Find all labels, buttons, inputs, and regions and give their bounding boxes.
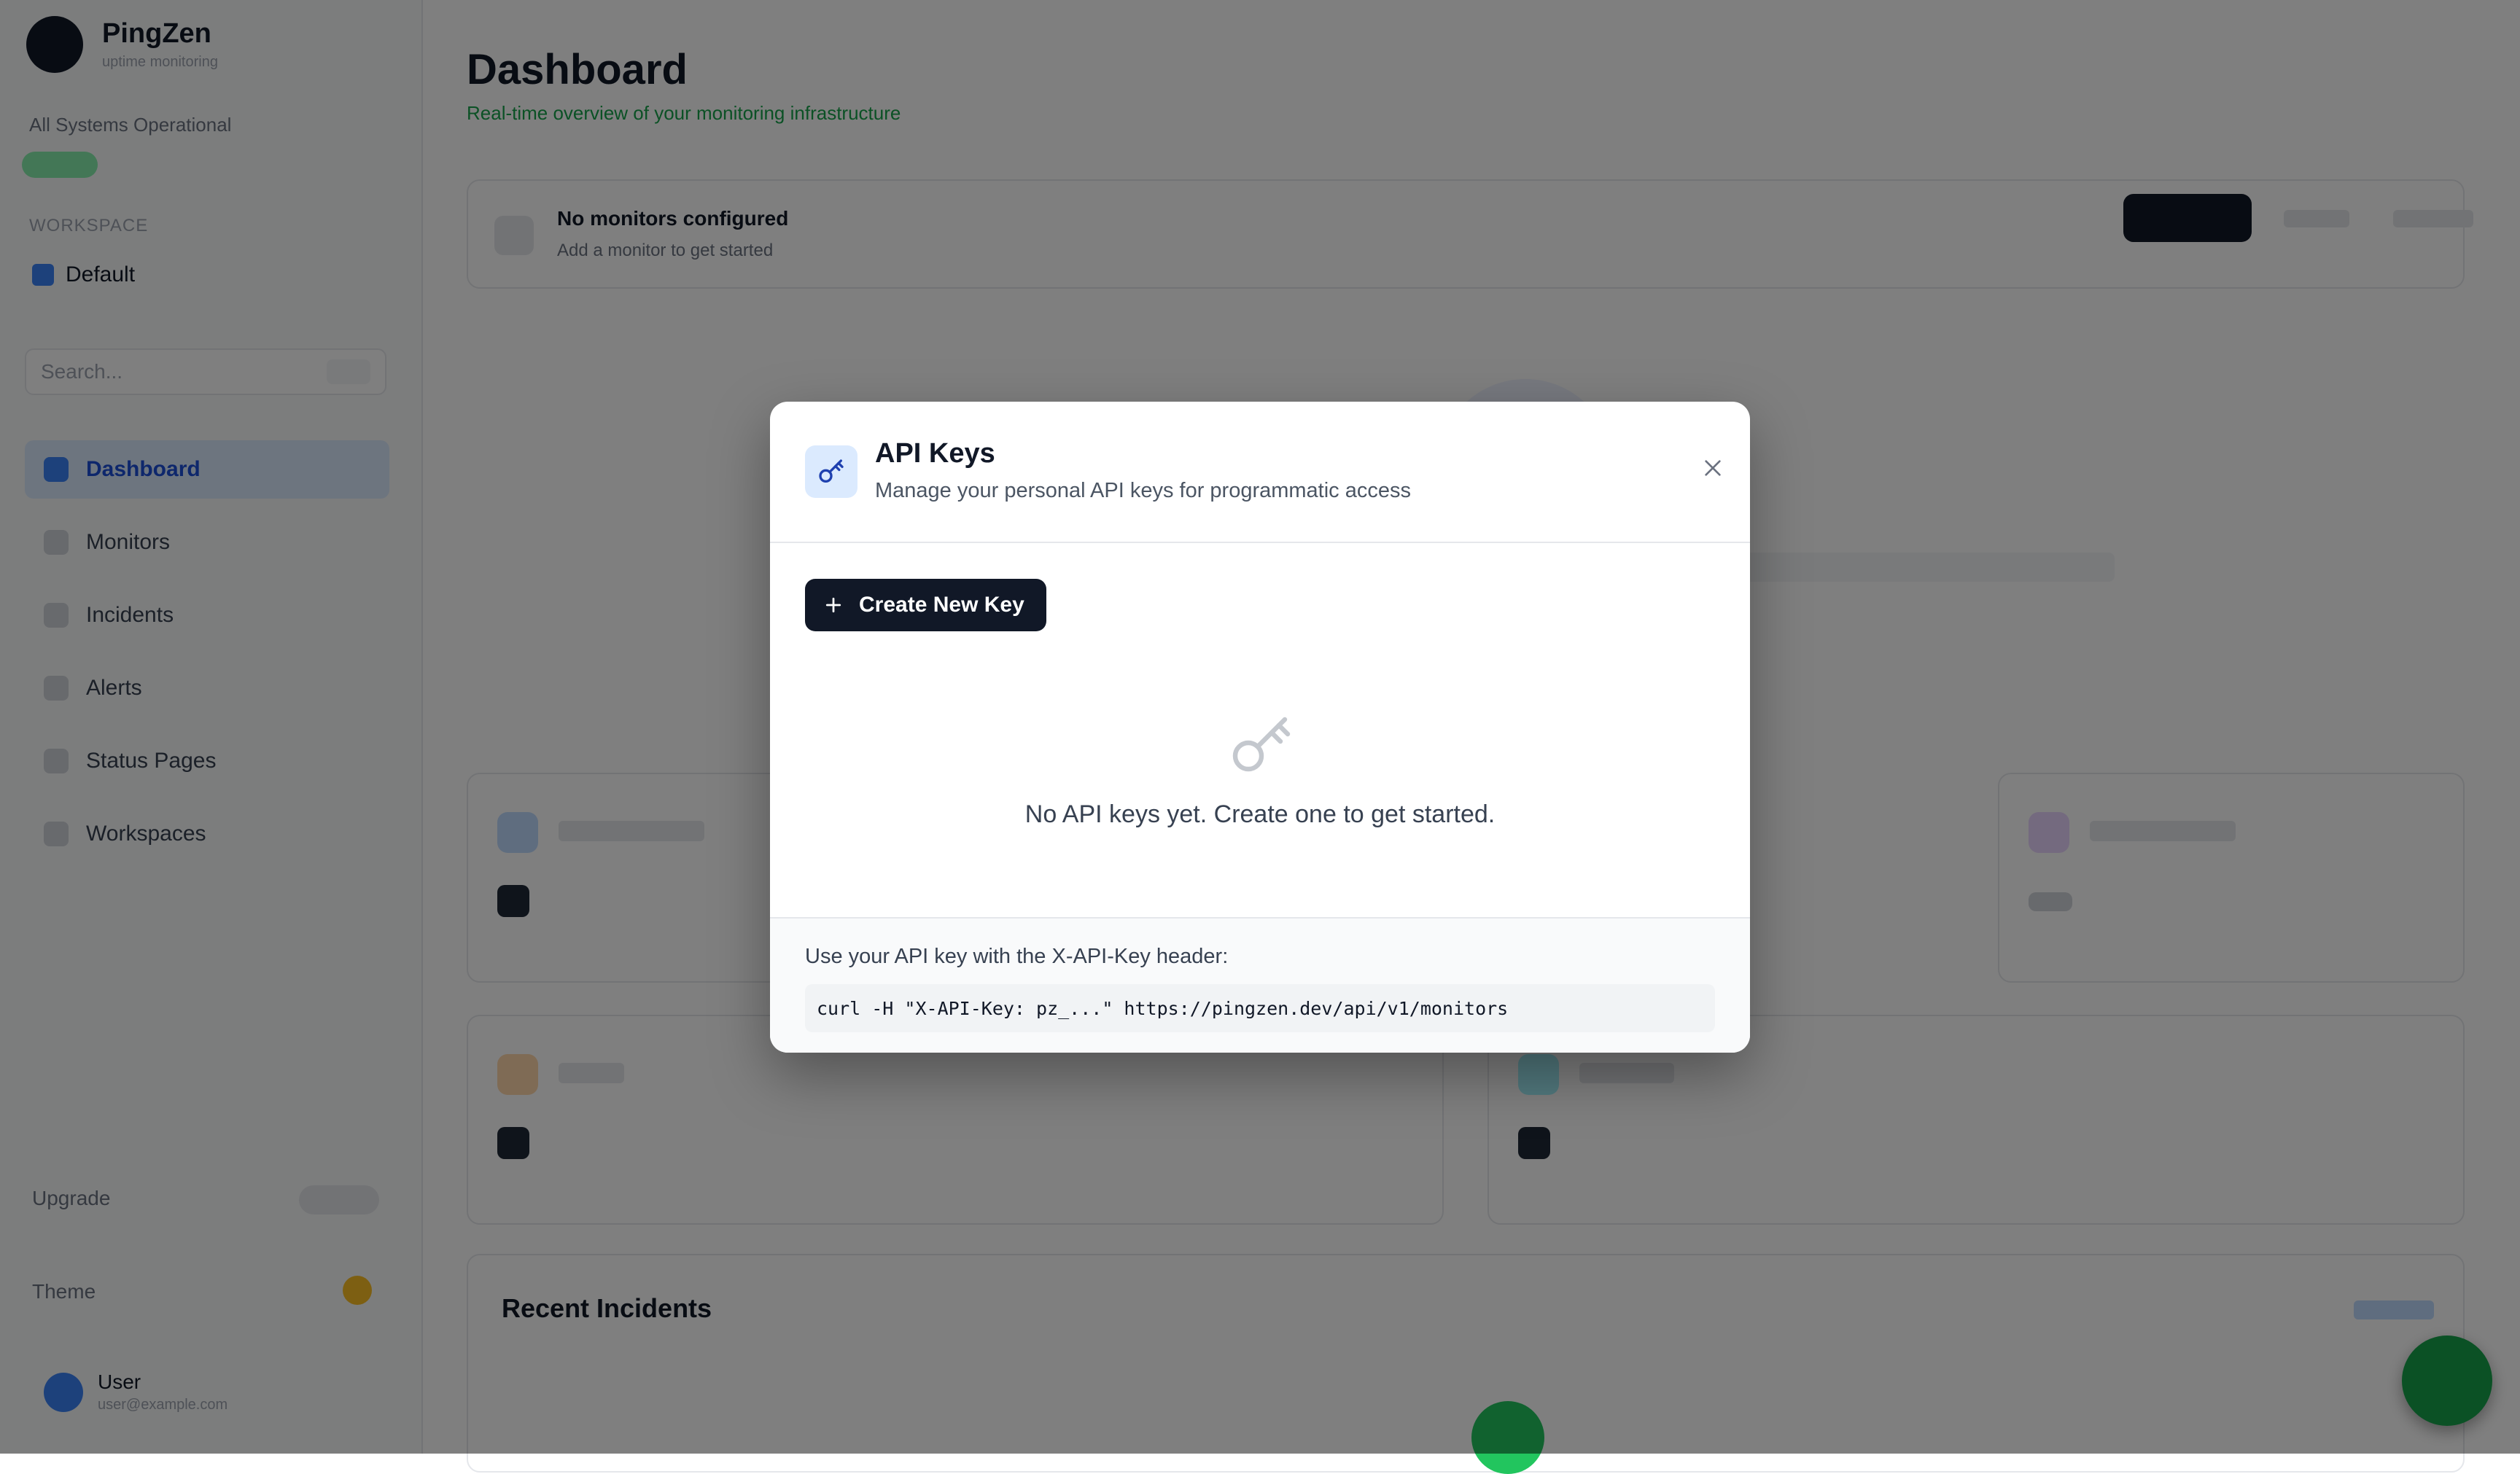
close-icon [1705,460,1721,476]
usage-code-snippet[interactable]: curl -H "X-API-Key: pz_..." https://ping… [805,984,1715,1032]
create-new-key-button[interactable]: Create New Key [805,579,1046,631]
dialog-footer: Use your API key with the X-API-Key head… [770,917,1750,1053]
empty-state-text: No API keys yet. Create one to get start… [1024,800,1496,828]
key-icon [1225,711,1298,781]
usage-hint: Use your API key with the X-API-Key head… [805,945,1229,968]
dialog-title: API Keys [875,438,995,469]
plus-icon [825,597,841,613]
key-icon [805,445,858,498]
create-new-key-label: Create New Key [859,593,1024,617]
api-keys-dialog: API Keys Manage your personal API keys f… [770,402,1750,1053]
dialog-subtitle: Manage your personal API keys for progra… [875,479,1411,502]
close-button[interactable] [1695,450,1731,486]
dialog-header: API Keys Manage your personal API keys f… [770,402,1750,543]
